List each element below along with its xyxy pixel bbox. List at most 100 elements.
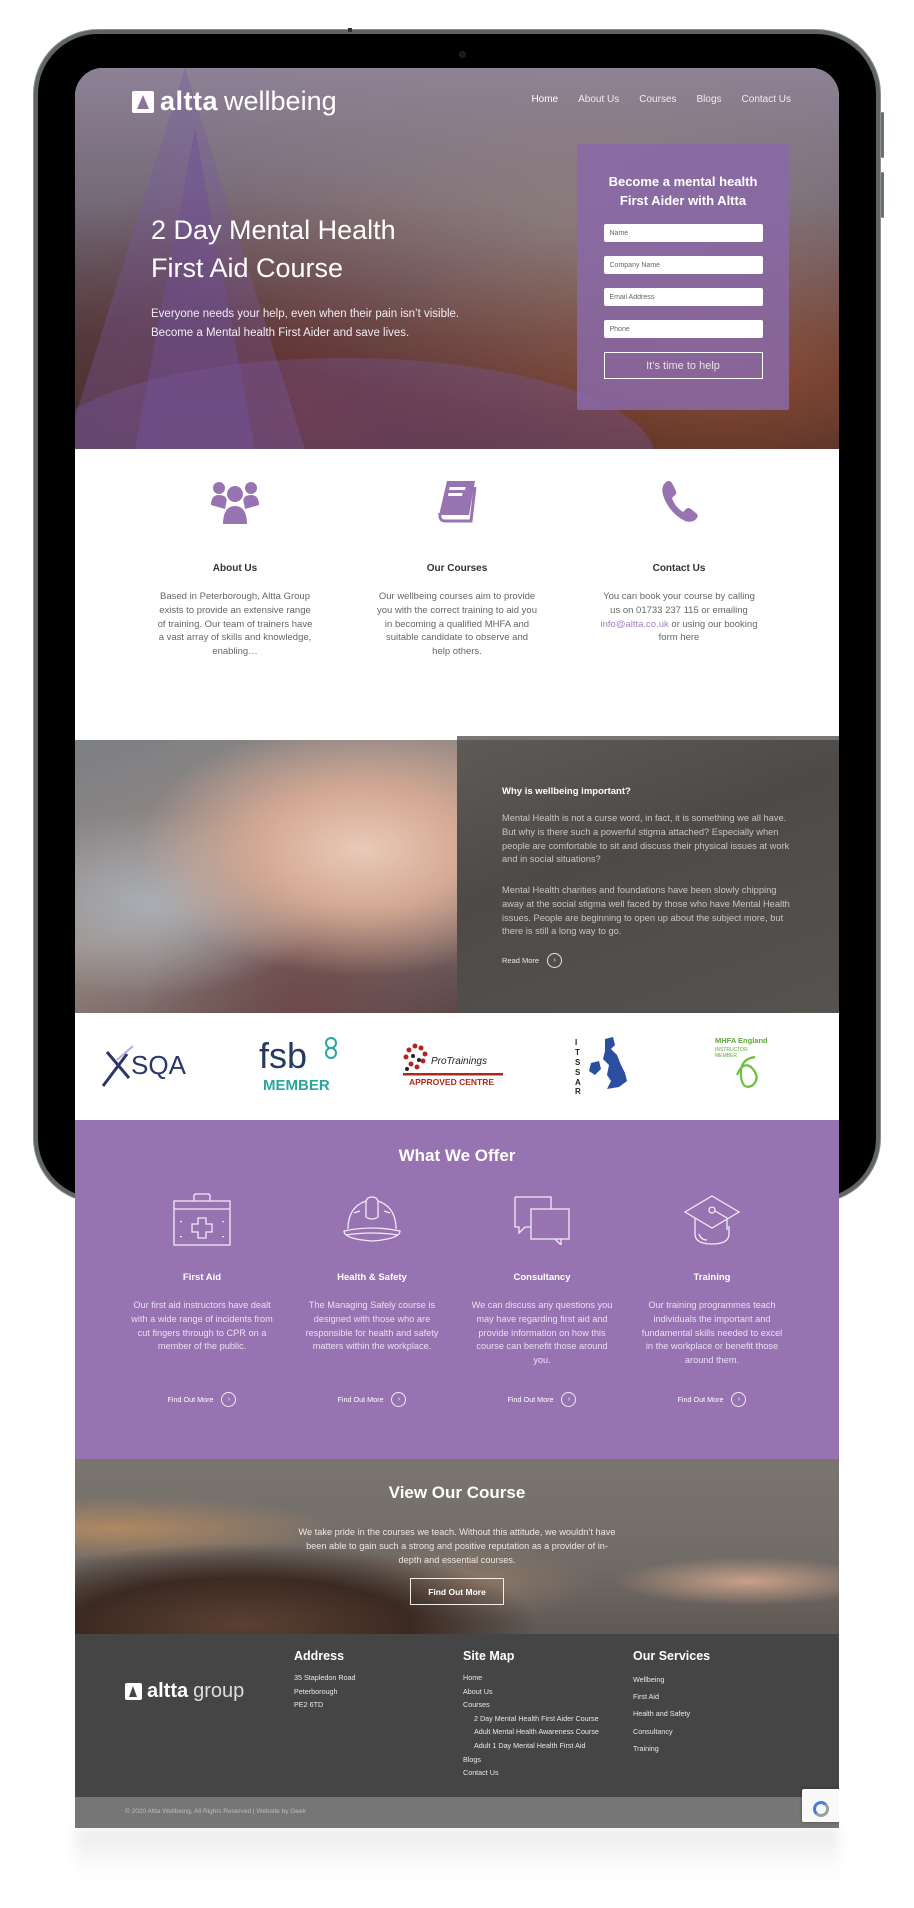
tablet-top-button — [348, 28, 352, 32]
hands-photo — [75, 740, 457, 1013]
svg-text:I: I — [575, 1038, 577, 1047]
chevron-right-icon: › — [561, 1392, 577, 1407]
find-out-more-label: Find Out More — [677, 1395, 724, 1404]
phone-field[interactable] — [603, 320, 763, 338]
wellbeing-section: Why is wellbeing important? Mental Healt… — [75, 736, 839, 1013]
service-link[interactable]: Training — [633, 1740, 710, 1757]
sitemap-link-courses[interactable]: Courses — [463, 1698, 599, 1712]
protrainings-logo: ProTrainings APPROVED CENTRE — [401, 1035, 505, 1095]
feature-text: Our wellbeing courses aim to provide you… — [377, 591, 538, 658]
read-more-link[interactable]: Read More › — [502, 953, 563, 968]
nav-courses[interactable]: Courses — [639, 94, 676, 105]
website-screen: altta wellbeing Home About Us Courses Bl… — [75, 68, 839, 1828]
first-aid-kit-icon — [127, 1192, 277, 1248]
device-shadow — [75, 1828, 839, 1878]
features-section: About Us Based in Peterborough, Altta Gr… — [75, 449, 839, 736]
hard-hat-icon — [297, 1192, 447, 1248]
svg-text:A: A — [575, 1078, 581, 1087]
wellbeing-panel: Why is wellbeing important? Mental Healt… — [457, 736, 839, 1013]
email-link[interactable]: info@altta.co.uk — [601, 619, 669, 630]
email-field[interactable] — [603, 288, 763, 306]
chevron-right-icon: › — [547, 953, 563, 968]
sitemap-link-course[interactable]: Adult 1 Day Mental Health First Aid — [463, 1739, 599, 1753]
chevron-right-icon: › — [221, 1392, 237, 1407]
address-line: Peterborough — [294, 1686, 338, 1696]
service-link[interactable]: Health and Safety — [633, 1705, 710, 1722]
footer-logo[interactable]: altta group — [125, 1680, 244, 1703]
fsb-text: fsb — [259, 1036, 307, 1076]
recaptcha-badge[interactable]: Privacy - Terms — [802, 1789, 839, 1822]
nav-about-us[interactable]: About Us — [578, 94, 619, 105]
find-out-more-label: Find Out More — [507, 1395, 554, 1404]
service-link[interactable]: Consultancy — [633, 1723, 710, 1740]
course-text: We take pride in the courses we teach. W… — [298, 1527, 616, 1565]
graduation-cap-icon — [637, 1192, 787, 1248]
offer-heading: What We Offer — [398, 1146, 516, 1165]
contact-text-end: or using our booking form here — [658, 618, 758, 644]
nav-blogs[interactable]: Blogs — [697, 94, 722, 105]
service-text: We can discuss any questions you may hav… — [471, 1300, 613, 1366]
member-text: MEMBER — [715, 1053, 737, 1059]
service-link[interactable]: Wellbeing — [633, 1671, 710, 1688]
fsb-member-text: MEMBER — [263, 1077, 330, 1094]
hero-title-line2: First Aid Course — [151, 253, 344, 283]
sitemap-link-course[interactable]: 2 Day Mental Health First Aider Course — [463, 1712, 599, 1726]
svg-text:S: S — [575, 1058, 581, 1067]
find-out-more-label: Find Out More — [167, 1395, 214, 1404]
logo-text-bold: altta — [160, 86, 219, 116]
footer-address: Address 35 Stapledon Road Peterborough P… — [294, 1649, 356, 1712]
find-out-more-button[interactable]: Find Out More — [410, 1578, 504, 1605]
main-nav: Home About Us Courses Blogs Contact Us — [531, 94, 791, 105]
sitemap-link-about-us[interactable]: About Us — [463, 1685, 599, 1699]
name-field[interactable] — [603, 224, 763, 242]
altta-logo-icon — [125, 1683, 142, 1700]
sitemap-link-blogs[interactable]: Blogs — [463, 1753, 599, 1767]
site-logo[interactable]: altta wellbeing — [132, 86, 337, 117]
sqa-logo: SQA — [97, 1035, 197, 1095]
find-out-more-link[interactable]: Find Out More › — [127, 1392, 277, 1407]
address-line: 35 Stapledon Road — [294, 1673, 356, 1682]
find-out-more-link[interactable]: Find Out More › — [637, 1392, 787, 1407]
hero-title: 2 Day Mental Health First Aid Course — [151, 211, 396, 287]
contact-text: You can book your course by calling us o… — [603, 591, 755, 616]
service-text: Our first aid instructors have dealt wit… — [131, 1300, 273, 1352]
course-heading: View Our Course — [388, 1483, 526, 1502]
service-consultancy: Consultancy We can discuss any questions… — [467, 1192, 617, 1407]
footer-logo-light: group — [193, 1680, 245, 1702]
feature-text: Based in Peterborough, Altta Group exist… — [157, 591, 313, 658]
company-name-field[interactable] — [603, 256, 763, 274]
find-out-more-link[interactable]: Find Out More › — [297, 1392, 447, 1407]
sitemap-link-contact-us[interactable]: Contact Us — [463, 1766, 599, 1780]
service-title: Consultancy — [513, 1272, 571, 1283]
form-title-line1: Become a mental health — [608, 174, 758, 189]
service-training: Training Our training programmes teach i… — [637, 1192, 787, 1407]
sitemap-heading: Site Map — [463, 1649, 515, 1663]
hero-section: altta wellbeing Home About Us Courses Bl… — [75, 68, 839, 449]
footer: altta group Address 35 Stapledon Road Pe… — [75, 1634, 839, 1797]
users-icon — [155, 479, 315, 527]
submit-button[interactable]: It’s time to help — [603, 352, 763, 379]
mhfa-text: MHFA England — [715, 1036, 768, 1045]
sitemap-link-home[interactable]: Home — [463, 1671, 599, 1685]
sitemap-link-course[interactable]: Adult Mental Health Awareness Course — [463, 1725, 599, 1739]
service-link[interactable]: First Aid — [633, 1688, 710, 1705]
nav-contact-us[interactable]: Contact Us — [742, 94, 791, 105]
service-first-aid: First Aid Our first aid instructors have… — [127, 1192, 277, 1407]
svg-text:R: R — [575, 1087, 581, 1095]
nav-home[interactable]: Home — [531, 94, 558, 105]
front-camera — [459, 51, 466, 58]
feature-title: Contact Us — [652, 563, 706, 574]
chevron-right-icon: › — [731, 1392, 747, 1407]
sqa-logo-text: SQA — [131, 1050, 187, 1080]
find-out-more-label: Find Out More — [337, 1395, 384, 1404]
service-title: First Aid — [182, 1272, 222, 1283]
copyright-text: © 2020 Altta Wellbeing, All Rights Reser… — [125, 1808, 306, 1815]
volume-down-button — [881, 172, 884, 218]
find-out-more-link[interactable]: Find Out More › — [467, 1392, 617, 1407]
recaptcha-icon — [812, 1801, 829, 1817]
service-text: The Managing Safely course is designed w… — [305, 1300, 439, 1352]
itssar-logo: ITS SAR — [571, 1035, 635, 1095]
services-heading: Our Services — [633, 1649, 711, 1663]
service-health-safety: Health & Safety The Managing Safely cour… — [297, 1192, 447, 1407]
feature-our-courses: Our Courses Our wellbeing courses aim to… — [377, 449, 537, 659]
